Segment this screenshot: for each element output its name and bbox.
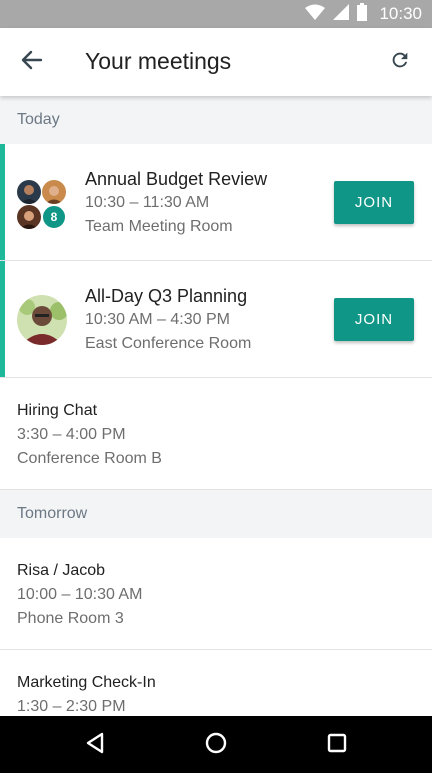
page-title: Your meetings — [85, 48, 232, 74]
section-header-today: Today — [0, 96, 432, 144]
join-button[interactable]: JOIN — [334, 298, 414, 341]
extra-attendees-badge: 8 — [42, 205, 66, 229]
meeting-time: 3:30 – 4:00 PM — [17, 426, 126, 443]
avatar — [42, 180, 66, 204]
attendee-avatars: 8 — [17, 180, 67, 230]
wifi-icon — [305, 4, 326, 25]
home-circle-icon — [204, 731, 228, 760]
status-bar: 10:30 — [0, 0, 432, 28]
system-nav-bar — [0, 716, 432, 773]
meeting-title: Risa / Jacob — [17, 562, 106, 579]
status-time: 10:30 — [379, 4, 422, 23]
meetings-list: Today 8 Annual Budget Review 10:30 – 11:… — [0, 96, 432, 716]
ongoing-indicator — [0, 144, 5, 260]
app-bar: Your meetings — [0, 28, 432, 96]
status-icons: 10:30 — [305, 2, 422, 26]
arrow-left-icon — [21, 49, 43, 76]
join-button[interactable]: JOIN — [334, 181, 414, 224]
meeting-item[interactable]: Risa / Jacob 10:00 – 10:30 AM Phone Room… — [0, 538, 432, 650]
signal-icon — [333, 3, 350, 25]
meeting-location: East Conference Room — [85, 335, 252, 352]
ongoing-indicator — [0, 261, 5, 377]
meeting-title: Marketing Check-In — [17, 674, 156, 691]
meeting-time: 10:30 AM – 4:30 PM — [85, 311, 230, 328]
back-button[interactable] — [12, 42, 52, 82]
meeting-location: Team Meeting Room — [85, 218, 233, 235]
refresh-button[interactable] — [380, 42, 420, 82]
section-header-tomorrow: Tomorrow — [0, 490, 432, 538]
meeting-location: Conference Room B — [17, 450, 162, 467]
meeting-time: 10:30 – 11:30 AM — [85, 194, 210, 211]
avatar — [17, 180, 41, 204]
back-triangle-icon — [84, 731, 106, 760]
avatar — [17, 295, 67, 345]
meeting-title: All-Day Q3 Planning — [85, 286, 248, 306]
meeting-location: Phone Room 3 — [17, 610, 124, 627]
meeting-item[interactable]: Marketing Check-In 1:30 – 2:30 PM — [0, 650, 432, 716]
meeting-title: Hiring Chat — [17, 402, 98, 419]
recents-square-icon — [326, 732, 348, 759]
meeting-details: All-Day Q3 Planning 10:30 AM – 4:30 PM E… — [85, 284, 251, 356]
avatar — [17, 205, 41, 229]
nav-back-button[interactable] — [80, 730, 110, 760]
nav-recents-button[interactable] — [322, 730, 352, 760]
meeting-details: Annual Budget Review 10:30 – 11:30 AM Te… — [85, 167, 267, 239]
meeting-title: Annual Budget Review — [85, 169, 268, 189]
meeting-time: 1:30 – 2:30 PM — [17, 698, 126, 715]
nav-home-button[interactable] — [201, 730, 231, 760]
meeting-time: 10:00 – 10:30 AM — [17, 586, 143, 603]
meeting-item[interactable]: All-Day Q3 Planning 10:30 AM – 4:30 PM E… — [0, 261, 432, 378]
refresh-icon — [389, 49, 411, 76]
meeting-item[interactable]: 8 Annual Budget Review 10:30 – 11:30 AM … — [0, 144, 432, 261]
battery-icon — [357, 2, 368, 26]
meeting-item[interactable]: Hiring Chat 3:30 – 4:00 PM Conference Ro… — [0, 378, 432, 490]
